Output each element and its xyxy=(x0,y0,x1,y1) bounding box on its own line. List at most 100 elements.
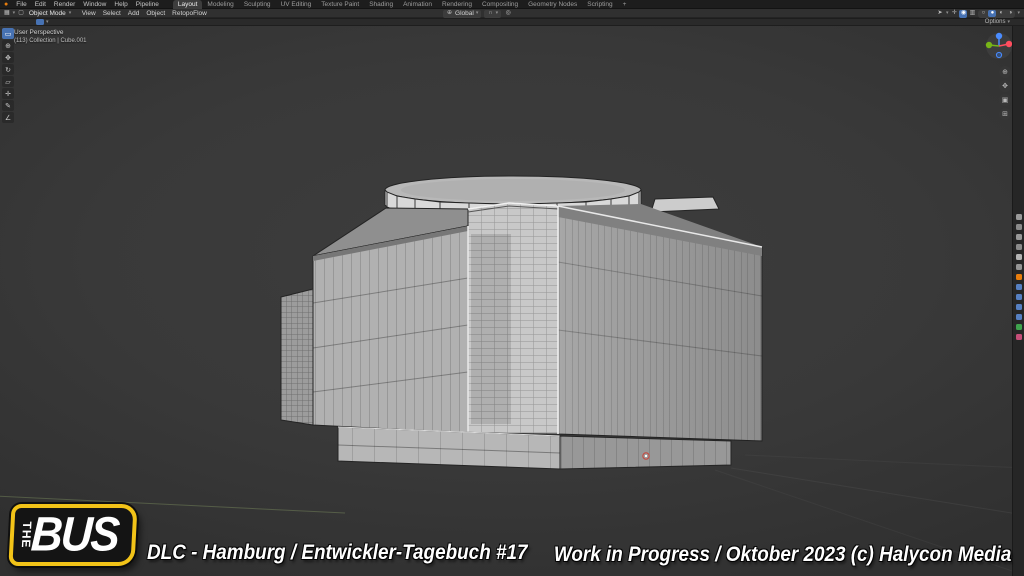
viewport-toggle[interactable]: ▥ xyxy=(968,10,976,18)
caption-right-text: Work in Progress / Oktober 2023 (c) Haly… xyxy=(553,543,1011,566)
properties-tab-icon[interactable] xyxy=(1016,244,1022,250)
nav-icon[interactable]: ⊕ xyxy=(999,66,1011,78)
transform-orientation-dropdown[interactable]: ⊕ Global ▾ xyxy=(443,10,481,18)
viewport-toggle[interactable]: ◉ xyxy=(959,10,967,18)
menu-item[interactable]: File xyxy=(12,0,30,9)
chevron-down-icon: ▾ xyxy=(46,19,49,26)
viewport-menu-item[interactable]: Select xyxy=(99,9,124,18)
tool-button[interactable]: ⊕ xyxy=(2,40,14,51)
viewport-nav-icons: ⊕ ✥ ▣ ⊞ xyxy=(999,66,1011,120)
mode-icon: ▢ xyxy=(17,9,25,18)
properties-tab-icon[interactable] xyxy=(1016,264,1022,270)
snapping-toggle[interactable]: ∩ ▾ xyxy=(484,10,501,18)
workspace-tab[interactable]: Rendering xyxy=(437,0,477,9)
viewport-canvas[interactable] xyxy=(0,26,1024,576)
properties-tab-icon[interactable] xyxy=(1016,274,1022,280)
caption-left-text: DLC - Hamburg / Entwickler-Tagebuch #17 xyxy=(147,541,528,564)
proportional-editing-toggle[interactable]: ◎ xyxy=(504,10,512,18)
tool-button[interactable]: ▱ xyxy=(2,76,14,87)
tool-options-dropdown[interactable]: Options ▾ xyxy=(985,19,1010,26)
chevron-down-icon: ▾ xyxy=(946,9,949,18)
shading-mode-button[interactable]: ◑ xyxy=(1006,10,1014,17)
workspace-tab[interactable]: Texture Paint xyxy=(316,0,364,9)
viewport-menu-item[interactable]: View xyxy=(78,9,99,18)
properties-tab-icon[interactable] xyxy=(1016,304,1022,310)
workspace-tab[interactable]: Compositing xyxy=(477,0,523,9)
options-label: Options xyxy=(985,19,1006,26)
active-tool-icon[interactable] xyxy=(36,19,44,25)
menu-item[interactable]: Window xyxy=(79,0,110,9)
workspace-tab[interactable]: + xyxy=(618,0,632,9)
menu-item[interactable]: Edit xyxy=(31,0,50,9)
viewport-info: User Perspective (113) Collection | Cube… xyxy=(14,29,87,45)
menu-item[interactable]: Pipeline xyxy=(132,0,163,9)
workspace-tab[interactable]: Shading xyxy=(364,0,398,9)
tool-button[interactable]: ∠ xyxy=(2,112,14,123)
axis-z-neg-handle xyxy=(996,52,1001,57)
viewport-toggle[interactable]: ✛ xyxy=(950,10,958,18)
properties-tab-icon[interactable] xyxy=(1016,284,1022,290)
nav-icon[interactable]: ⊞ xyxy=(999,108,1011,120)
viewport-toolbar: ▭⊕✥↻▱✛✎∠ xyxy=(2,28,14,123)
properties-tab-icon[interactable] xyxy=(1016,334,1022,340)
shading-mode-button[interactable]: ○ xyxy=(979,10,987,17)
workspace-tab[interactable]: Sculpting xyxy=(239,0,276,9)
workspace-tab[interactable]: UV Editing xyxy=(276,0,317,9)
properties-tab-icon[interactable] xyxy=(1016,224,1022,230)
shading-mode-group: ○●◐◑ xyxy=(978,10,1015,18)
viewport-menu-item[interactable]: Object xyxy=(143,9,169,18)
navigation-gizmo[interactable] xyxy=(984,31,1014,61)
viewport-menus: ViewSelectAddObjectRetopoFlow xyxy=(78,9,210,18)
menu-item[interactable]: Render xyxy=(50,0,79,9)
the-bus-logo: THE BUS xyxy=(8,504,137,566)
workspace-tab[interactable]: Scripting xyxy=(582,0,617,9)
logo-frame: THE BUS xyxy=(8,504,137,566)
caption-right: Work in Progress / Oktober 2023 (c) Haly… xyxy=(503,543,1011,566)
workspace-tab[interactable]: Modeling xyxy=(202,0,238,9)
tool-button[interactable]: ✎ xyxy=(2,100,14,111)
mode-dropdown[interactable]: Object Mode xyxy=(29,9,66,18)
viewport-toggles: ✛◉▥ xyxy=(950,10,976,18)
tool-button[interactable]: ✥ xyxy=(2,52,14,63)
shading-mode-button[interactable]: ◐ xyxy=(997,10,1005,17)
nav-icon[interactable]: ✥ xyxy=(999,80,1011,92)
properties-tabs xyxy=(1013,214,1024,340)
editor-type-icon[interactable]: ▦ xyxy=(3,9,11,18)
properties-tab-icon[interactable] xyxy=(1016,294,1022,300)
magnet-icon: ∩ xyxy=(487,9,493,18)
tool-button[interactable]: ▭ xyxy=(2,28,14,39)
axis-z-handle xyxy=(996,33,1002,39)
shading-mode-button[interactable]: ● xyxy=(988,10,996,17)
object-visibility-dropdown[interactable]: ➤ xyxy=(936,10,944,18)
nav-icon[interactable]: ▣ xyxy=(999,94,1011,106)
chevron-down-icon: ▾ xyxy=(1007,19,1010,26)
chevron-down-icon: ▾ xyxy=(476,9,479,18)
viewport-menu-item[interactable]: Add xyxy=(124,9,143,18)
workspace-tab[interactable]: Animation xyxy=(398,0,437,9)
blender-logo-icon[interactable]: ● xyxy=(4,0,8,9)
viewport-header: ▦▾ ▢ Object Mode▾ ViewSelectAddObjectRet… xyxy=(0,9,1024,18)
properties-tab-icon[interactable] xyxy=(1016,254,1022,260)
tool-button[interactable]: ✛ xyxy=(2,88,14,99)
properties-tab-icon[interactable] xyxy=(1016,214,1022,220)
chevron-down-icon: ▾ xyxy=(496,9,499,18)
workspace-tab[interactable]: Layout xyxy=(173,0,203,9)
properties-tab-icon[interactable] xyxy=(1016,314,1022,320)
chevron-down-icon[interactable]: ▾ xyxy=(1017,9,1020,18)
building-model xyxy=(281,176,762,469)
chevron-down-icon: ▾ xyxy=(69,9,72,18)
view-perspective-label: User Perspective xyxy=(14,29,87,37)
tool-button[interactable]: ↻ xyxy=(2,64,14,75)
menu-item[interactable]: Help xyxy=(110,0,131,9)
blender-window: ● FileEditRenderWindowHelpPipeline Layou… xyxy=(0,0,1024,576)
viewport-menu-item[interactable]: RetopoFlow xyxy=(169,9,211,18)
properties-tab-icon[interactable] xyxy=(1016,324,1022,330)
orientation-label: Global xyxy=(455,9,474,18)
main-menus: FileEditRenderWindowHelpPipeline xyxy=(12,0,163,9)
workspace-tabs: LayoutModelingSculptingUV EditingTexture… xyxy=(173,0,631,9)
active-collection-label: (113) Collection | Cube.001 xyxy=(14,37,87,45)
logo-bus-text: BUS xyxy=(30,511,119,559)
viewport-3d[interactable]: User Perspective (113) Collection | Cube… xyxy=(0,26,1024,576)
properties-tab-icon[interactable] xyxy=(1016,234,1022,240)
workspace-tab[interactable]: Geometry Nodes xyxy=(523,0,582,9)
